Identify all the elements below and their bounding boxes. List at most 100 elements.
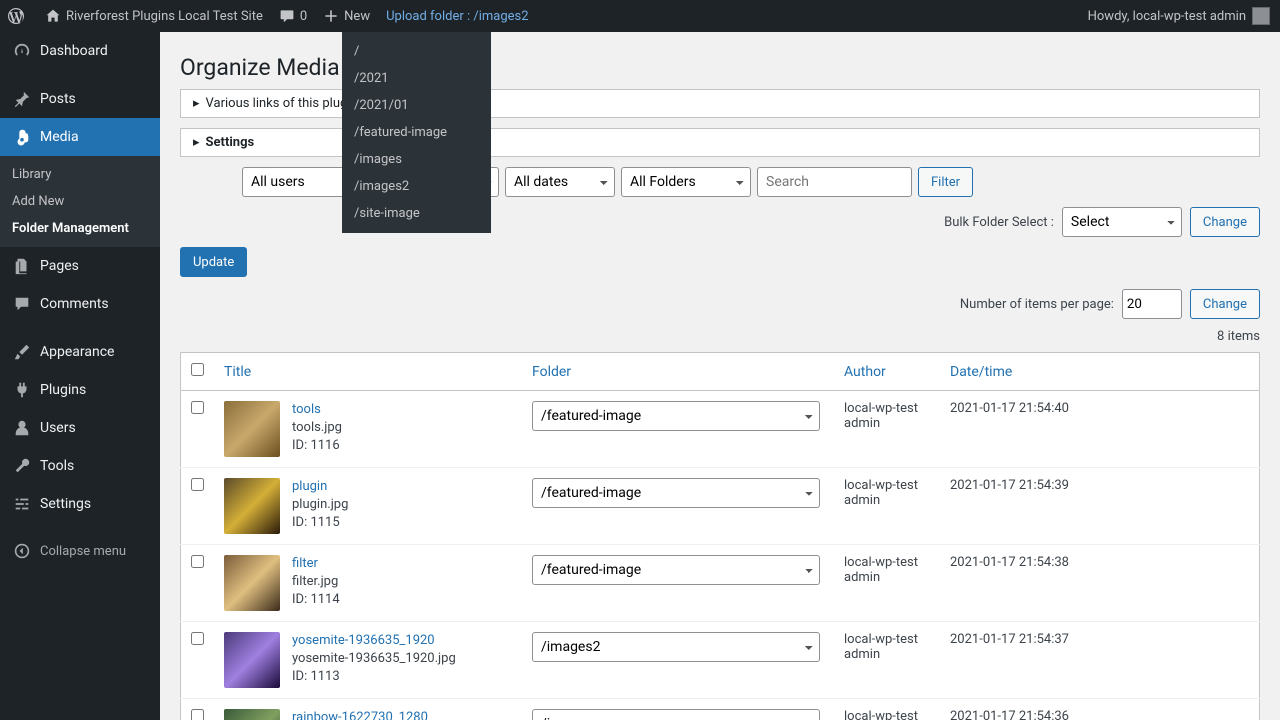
item-title-link[interactable]: yosemite-1936635_1920	[292, 633, 435, 648]
dashboard-label: Dashboard	[40, 43, 108, 59]
comments-count: 0	[300, 9, 307, 24]
new-content[interactable]: New	[315, 0, 378, 32]
dropdown-item[interactable]: /	[342, 38, 491, 65]
submenu-library[interactable]: Library	[0, 161, 160, 188]
menu-pages[interactable]: Pages	[0, 247, 160, 285]
wp-logo[interactable]	[0, 0, 37, 32]
menu-media[interactable]: Media	[0, 118, 160, 156]
site-name-text: Riverforest Plugins Local Test Site	[66, 9, 263, 24]
thumbnail	[224, 709, 280, 720]
dropdown-item[interactable]: /site-image	[342, 200, 491, 227]
arrow-right-icon: ▸	[193, 96, 200, 111]
dropdown-item[interactable]: /images	[342, 146, 491, 173]
item-id: ID: 1115	[292, 514, 348, 532]
site-name[interactable]: Riverforest Plugins Local Test Site	[37, 0, 271, 32]
row-datetime: 2021-01-17 21:54:39	[940, 468, 1260, 545]
row-checkbox[interactable]	[191, 709, 204, 720]
item-title-link[interactable]: filter	[292, 556, 318, 571]
content-area: Organize Media Folder ▸Various links of …	[160, 32, 1280, 720]
table-row: plugin plugin.jpg ID: 1115 /featured-ima…	[181, 468, 1260, 545]
comment-icon	[279, 8, 295, 24]
table-row: rainbow-1622730_1280 rainbow-1622730_128…	[181, 699, 1260, 720]
appearance-label: Appearance	[40, 344, 114, 360]
media-label: Media	[40, 129, 79, 145]
select-all-checkbox[interactable]	[191, 363, 204, 376]
dates-filter[interactable]: All dates	[505, 167, 615, 197]
row-folder-select[interactable]: /images2	[532, 632, 820, 662]
search-input[interactable]	[757, 167, 912, 197]
row-folder-select[interactable]: /images	[532, 709, 820, 720]
menu-plugins[interactable]: Plugins	[0, 371, 160, 409]
settings-box-label: Settings	[206, 135, 255, 150]
row-checkbox[interactable]	[191, 632, 204, 645]
row-author: local-wp-test admin	[834, 391, 940, 468]
row-checkbox[interactable]	[191, 401, 204, 414]
account-menu[interactable]: Howdy, local-wp-test admin	[1088, 7, 1280, 25]
item-title-link[interactable]: tools	[292, 402, 321, 417]
item-filename: tools.jpg	[292, 419, 342, 437]
row-author: local-wp-test admin	[834, 699, 940, 720]
upload-folder-dropdown: //2021/2021/01/featured-image/images/ima…	[342, 32, 491, 233]
thumbnail	[224, 478, 280, 534]
dropdown-item[interactable]: /2021/01	[342, 92, 491, 119]
col-author[interactable]: Author	[844, 364, 886, 380]
bulk-folder-select[interactable]: Select	[1062, 207, 1182, 237]
submenu-folder-management[interactable]: Folder Management	[0, 215, 160, 242]
comments-icon	[12, 295, 32, 313]
menu-comments[interactable]: Comments	[0, 285, 160, 323]
item-title-link[interactable]: rainbow-1622730_1280	[292, 710, 428, 720]
dropdown-item[interactable]: /2021	[342, 65, 491, 92]
col-title[interactable]: Title	[224, 364, 251, 380]
thumbnail	[224, 555, 280, 611]
wordpress-icon	[8, 8, 24, 24]
col-folder[interactable]: Folder	[532, 364, 571, 380]
settings-label: Settings	[40, 496, 91, 512]
links-box-label: Various links of this plugin	[206, 96, 358, 111]
howdy-text: Howdy, local-wp-test admin	[1088, 9, 1246, 24]
plug-icon	[12, 381, 32, 399]
comments-link[interactable]: 0	[271, 0, 315, 32]
arrow-right-icon: ▸	[193, 135, 200, 150]
per-page-row: Number of items per page: Change	[180, 289, 1260, 319]
upload-folder[interactable]: Upload folder : /images2	[378, 0, 536, 32]
menu-tools[interactable]: Tools	[0, 447, 160, 485]
per-page-change-button[interactable]: Change	[1190, 289, 1260, 319]
menu-settings[interactable]: Settings	[0, 485, 160, 523]
filter-button[interactable]: Filter	[918, 167, 973, 197]
media-icon	[12, 128, 32, 146]
item-title-link[interactable]: plugin	[292, 479, 327, 494]
thumbnail	[224, 632, 280, 688]
menu-collapse[interactable]: Collapse menu	[0, 533, 160, 569]
thumbnail	[224, 401, 280, 457]
pages-icon	[12, 257, 32, 275]
menu-appearance[interactable]: Appearance	[0, 333, 160, 371]
row-datetime: 2021-01-17 21:54:40	[940, 391, 1260, 468]
collapse-label: Collapse menu	[40, 544, 126, 559]
row-author: local-wp-test admin	[834, 468, 940, 545]
row-checkbox[interactable]	[191, 555, 204, 568]
plugins-label: Plugins	[40, 382, 86, 398]
row-folder-select[interactable]: /featured-image	[532, 401, 820, 431]
row-folder-select[interactable]: /featured-image	[532, 555, 820, 585]
bulk-change-button[interactable]: Change	[1190, 207, 1260, 237]
new-label: New	[344, 9, 370, 24]
update-button[interactable]: Update	[180, 247, 247, 277]
menu-dashboard[interactable]: Dashboard	[0, 32, 160, 70]
dropdown-item[interactable]: /featured-image	[342, 119, 491, 146]
dropdown-item[interactable]: /images2	[342, 173, 491, 200]
per-page-input[interactable]	[1122, 289, 1182, 319]
item-filename: plugin.jpg	[292, 496, 348, 514]
col-datetime[interactable]: Date/time	[950, 364, 1012, 380]
item-id: ID: 1113	[292, 668, 456, 686]
admin-sidebar: Dashboard Posts Media Library Add New Fo…	[0, 32, 160, 720]
row-checkbox[interactable]	[191, 478, 204, 491]
folders-filter[interactable]: All Folders	[621, 167, 751, 197]
row-folder-select[interactable]: /featured-image	[532, 478, 820, 508]
comments-label: Comments	[40, 296, 109, 312]
items-count: 8 items	[180, 329, 1260, 344]
home-icon	[45, 8, 61, 24]
media-submenu: Library Add New Folder Management	[0, 156, 160, 247]
menu-users[interactable]: Users	[0, 409, 160, 447]
menu-posts[interactable]: Posts	[0, 80, 160, 118]
submenu-add-new[interactable]: Add New	[0, 188, 160, 215]
